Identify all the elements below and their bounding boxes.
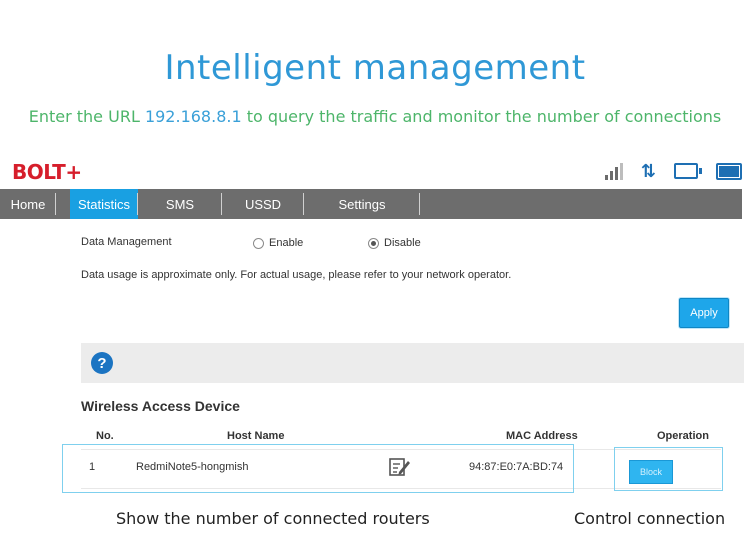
radio-indicator-checked[interactable]: [368, 237, 379, 249]
tab-ussd[interactable]: USSD: [222, 189, 304, 219]
disable-radio[interactable]: Disable: [368, 237, 421, 249]
signal-icon: [604, 162, 623, 180]
data-management-label: Data Management: [81, 236, 172, 248]
column-header-no: No.: [96, 430, 114, 442]
highlight-device-box: [62, 444, 574, 493]
subtitle-pre: Enter the URL: [28, 107, 145, 126]
highlight-operation-box: [614, 447, 723, 491]
help-icon[interactable]: ?: [91, 352, 113, 374]
column-header-host: Host Name: [227, 430, 285, 442]
main-navbar: Home Statistics SMS USSD Settings: [0, 189, 742, 219]
caption-connected-routers: Show the number of connected routers: [116, 509, 430, 528]
tab-statistics[interactable]: Statistics: [70, 189, 138, 219]
column-header-operation: Operation: [657, 430, 709, 442]
subtitle-url: 192.168.8.1: [144, 107, 242, 126]
help-bar: ?: [81, 343, 744, 383]
subtitle-post: to query the traffic and monitor the num…: [241, 107, 722, 126]
brand-logo: BOLT+: [12, 160, 82, 184]
tab-home[interactable]: Home: [0, 189, 56, 219]
tab-settings[interactable]: Settings: [304, 189, 420, 219]
tab-sms[interactable]: SMS: [138, 189, 222, 219]
wifi-device-icon: [674, 163, 702, 179]
wireless-device-title: Wireless Access Device: [81, 398, 240, 414]
enable-radio[interactable]: Enable: [253, 237, 303, 249]
data-transfer-icon: ⇅: [640, 161, 656, 181]
apply-button[interactable]: Apply: [679, 298, 729, 328]
page-headline: Intelligent management: [164, 48, 586, 88]
radio-indicator[interactable]: [253, 237, 264, 249]
battery-icon: [716, 162, 742, 180]
status-icons: ⇅: [604, 161, 742, 181]
usage-note: Data usage is approximate only. For actu…: [81, 269, 512, 281]
caption-control-connection: Control connection: [574, 509, 726, 528]
column-header-mac: MAC Address: [506, 430, 578, 442]
page-subtitle: Enter the URL 192.168.8.1 to query the t…: [0, 107, 750, 126]
